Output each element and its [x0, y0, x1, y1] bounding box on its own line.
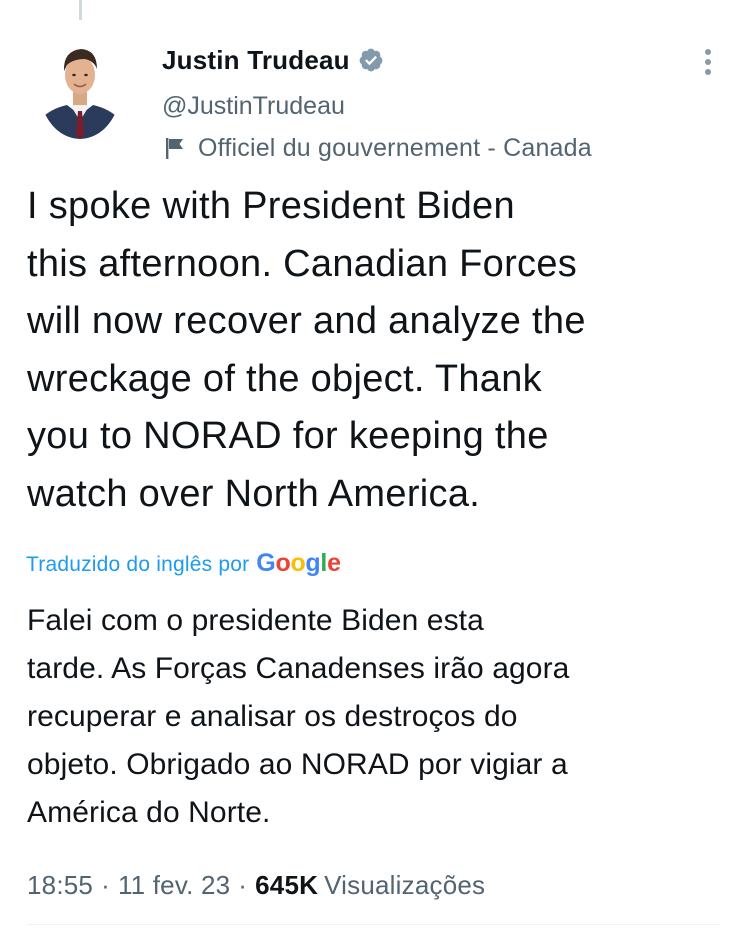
translation-attribution[interactable]: Traduzido do inglês por Google: [26, 545, 341, 585]
flag-icon: [162, 135, 188, 161]
author-handle[interactable]: @JustinTrudeau: [162, 86, 592, 126]
verified-badge-icon[interactable]: [358, 47, 384, 73]
translated-text-line: recuperar e analisar os destroços do: [27, 700, 518, 733]
thread-connector-line: [79, 0, 82, 20]
tweet-meta: 18:55 · 11 fev. 23 · 645K Visualizações: [27, 863, 485, 907]
tweet-date[interactable]: 11 fev. 23: [118, 870, 230, 901]
tweet-text-line: I spoke with President Biden: [27, 185, 515, 227]
tweet-text-line: watch over North America.: [27, 472, 481, 515]
tweet-time[interactable]: 18:55: [27, 870, 93, 901]
google-logo: Google: [256, 548, 341, 578]
divider: [27, 924, 720, 925]
translated-text-line: Falei com o presidente Biden esta: [27, 604, 484, 637]
views-count[interactable]: 645K: [255, 870, 318, 901]
tweet-header: Justin Trudeau @JustinTrudeau Officiel d…: [162, 40, 592, 170]
translated-text-line: objeto. Obrigado ao NORAD por vigiar a: [27, 748, 568, 781]
google-logo-letter: l: [320, 548, 328, 577]
government-label-row[interactable]: Officiel du gouvernement - Canada: [162, 126, 592, 170]
government-label: Officiel du gouvernement - Canada: [198, 133, 592, 162]
author-name-row: Justin Trudeau: [162, 40, 592, 80]
tweet-text-line: you to NORAD for keeping the: [27, 415, 549, 457]
google-logo-letter: o: [290, 548, 306, 577]
tweet-text-line: will now recover and analyze the: [27, 300, 586, 342]
separator: ·: [101, 869, 110, 900]
translated-text-line: tarde. As Forças Canadenses irão agora: [27, 652, 570, 685]
translated-text-line: América do Norte.: [27, 796, 271, 829]
avatar[interactable]: [39, 35, 121, 139]
tweet-text-line: wreckage of the object. Thank: [27, 357, 542, 400]
google-logo-letter: o: [275, 548, 291, 577]
author-display-name[interactable]: Justin Trudeau: [162, 45, 350, 76]
translated-by-label[interactable]: Traduzido do inglês por: [26, 553, 249, 577]
separator: ·: [238, 869, 248, 900]
tweet-text-line: this afternoon. Canadian Forces: [27, 242, 578, 285]
google-logo-letter: G: [256, 548, 276, 577]
translated-text: Falei com o presidente Biden esta tarde.…: [27, 597, 727, 837]
tweet-text: I spoke with President Biden this aftern…: [27, 178, 717, 523]
more-vertical-icon[interactable]: [696, 42, 720, 82]
avatar-image: [39, 35, 121, 139]
google-logo-letter: e: [327, 548, 341, 577]
views-label[interactable]: Visualizações: [324, 870, 485, 901]
google-logo-letter: g: [305, 548, 321, 577]
